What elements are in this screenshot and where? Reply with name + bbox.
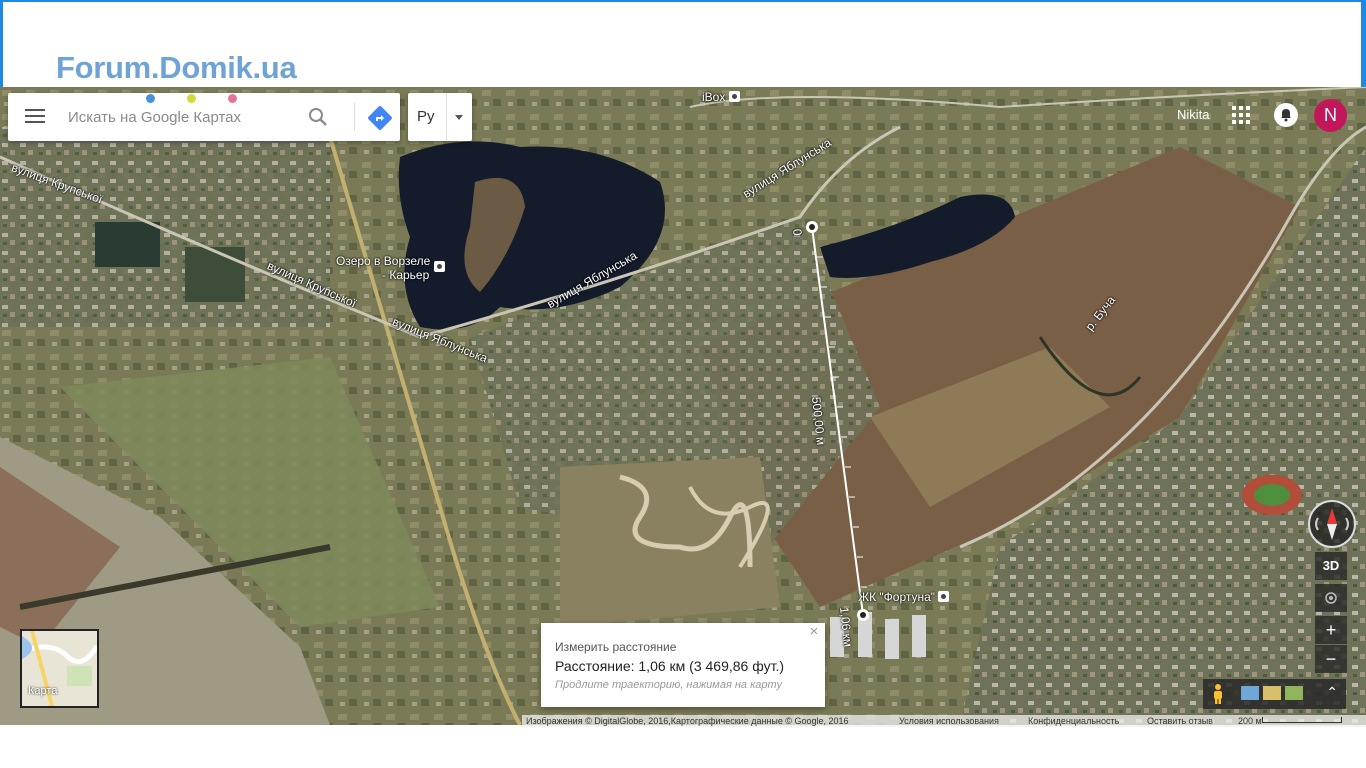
scale-label[interactable]: 200 м [1238, 716, 1262, 726]
notifications-button[interactable] [1274, 103, 1298, 127]
chevron-down-icon [455, 115, 463, 120]
header-border-top [0, 0, 1366, 2]
imagery-thumbnail-1[interactable] [1241, 686, 1259, 700]
poi-marker-lake[interactable] [434, 261, 445, 272]
header-border-right [1361, 0, 1366, 87]
search-icon [309, 108, 327, 126]
minimap-label: Карта [28, 685, 58, 697]
menu-button[interactable] [20, 105, 50, 129]
poi-label-ibox[interactable]: iBox [702, 90, 725, 104]
poi-label-lake-sub[interactable]: - Карьер [382, 268, 429, 282]
scale-bar [1262, 717, 1342, 723]
my-location-icon [1325, 592, 1337, 604]
close-icon[interactable]: × [807, 624, 821, 639]
avatar[interactable]: N [1314, 99, 1347, 132]
user-name[interactable]: Nikita [1177, 107, 1210, 122]
measure-label-start: 0 [790, 228, 805, 237]
forum-brand-logo[interactable]: Forum.Domik.ua [56, 50, 297, 86]
measure-hint: Продлите траекторию, нажимая на карту [555, 679, 782, 691]
compass-needle [1315, 508, 1349, 540]
my-location-button[interactable] [1315, 584, 1347, 612]
apps-grid-icon[interactable] [1232, 106, 1250, 124]
maps-window: Forum.Domik.ua iBox Озеро в Ворзеле - Ка… [0, 0, 1366, 768]
menu-icon-bar-middle [25, 115, 45, 117]
imagery-thumbnail-2[interactable] [1263, 686, 1281, 700]
menu-icon-bar-bottom [25, 121, 45, 123]
terms-link[interactable]: Условия использования [899, 716, 999, 726]
brand-dot-blue [146, 94, 155, 103]
header-border-left [0, 0, 3, 87]
feedback-link[interactable]: Оставить отзыв [1147, 716, 1213, 726]
imagery-thumbnail-3[interactable] [1285, 686, 1303, 700]
measure-title: Измерить расстояние [555, 640, 677, 654]
pegman-icon[interactable] [1211, 683, 1225, 705]
language-divider [446, 93, 447, 141]
poi-label-fortuna[interactable]: ЖК "Фортуна" [858, 590, 935, 604]
measure-distance-panel: Измерить расстояние Расстояние: 1,06 км … [541, 623, 825, 707]
imagery-attribution: Изображения © DigitalGlobe, 2016,Картогр… [526, 716, 849, 726]
tilt-3d-button[interactable]: 3D [1315, 552, 1347, 580]
brand-dot-pink [228, 94, 237, 103]
search-button[interactable] [306, 105, 330, 129]
directions-icon [368, 106, 392, 130]
menu-icon-bar-top [25, 109, 45, 111]
compass-icon[interactable] [1308, 500, 1356, 548]
page-bottom-area [0, 727, 1366, 768]
directions-button[interactable] [366, 104, 394, 132]
bell-icon [1281, 109, 1291, 122]
poi-marker-ibox[interactable] [729, 91, 740, 102]
layers-strip: ⌃ [1203, 679, 1346, 709]
search-divider [354, 103, 355, 131]
measure-distance-value: Расстояние: 1,06 км (3 469,86 фут.) [555, 658, 784, 674]
zoom-out-button[interactable]: − [1315, 645, 1347, 673]
pegman-figure [1214, 684, 1222, 704]
poi-label-lake[interactable]: Озеро в Ворзеле [336, 254, 430, 268]
brand-dots [146, 90, 269, 108]
brand-dot-yellow [187, 94, 196, 103]
map-type-toggle[interactable]: Карта [20, 629, 99, 708]
zoom-in-button[interactable]: + [1315, 616, 1347, 644]
poi-marker-fortuna[interactable] [938, 591, 949, 602]
privacy-link[interactable]: Конфиденциальность [1028, 716, 1119, 726]
language-selector[interactable]: Ру [408, 93, 472, 141]
chevron-up-icon[interactable]: ⌃ [1326, 684, 1338, 701]
language-label: Ру [417, 108, 435, 125]
forum-header: Forum.Domik.ua [0, 0, 1366, 87]
map-footer: Изображения © DigitalGlobe, 2016,Картогр… [522, 715, 1366, 727]
